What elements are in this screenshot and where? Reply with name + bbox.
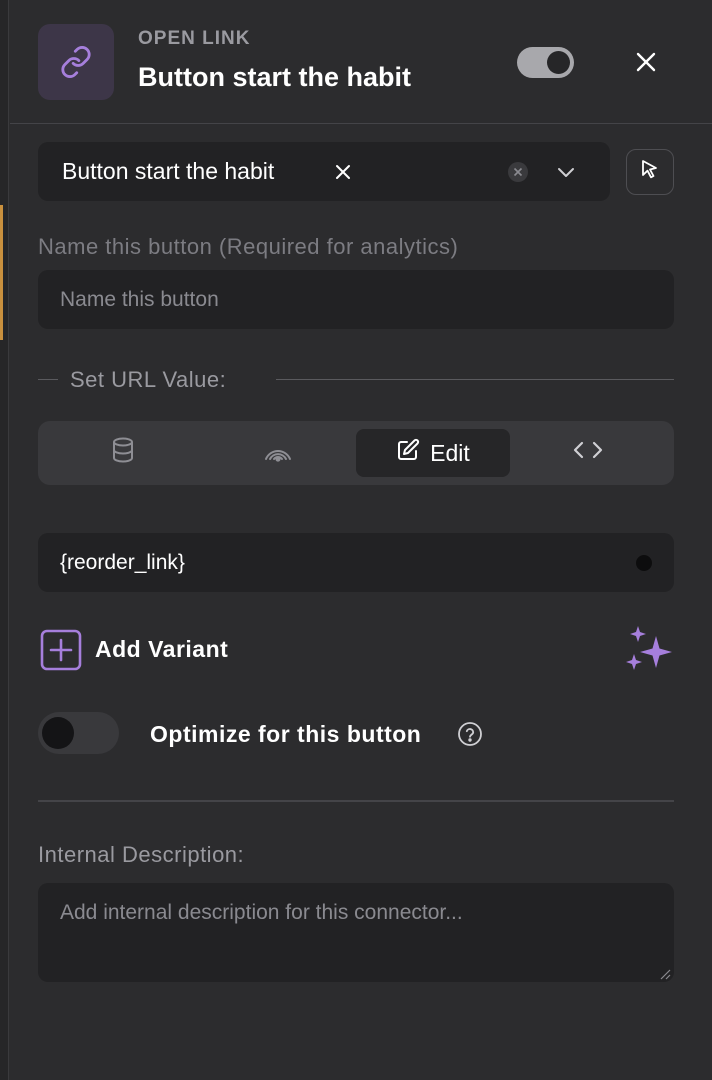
url-section-label: Set URL Value: — [70, 367, 227, 392]
divider — [38, 800, 674, 802]
left-sidebar-strip — [0, 0, 9, 1080]
link-icon — [38, 24, 114, 100]
enable-toggle[interactable] — [517, 47, 574, 78]
header-kicker: OPEN LINK — [138, 28, 251, 49]
url-value-field[interactable]: {reorder_link} — [38, 533, 674, 592]
button-name-input[interactable] — [38, 270, 674, 329]
internal-description-input[interactable] — [38, 883, 674, 982]
remove-chip-icon[interactable] — [334, 163, 352, 181]
status-dot-icon — [636, 555, 652, 571]
plus-square-icon[interactable] — [40, 629, 82, 671]
cursor-pointer-icon — [638, 158, 662, 187]
url-value: {reorder_link} — [60, 551, 185, 574]
tab-edit-label: Edit — [430, 439, 470, 466]
edit-icon — [396, 438, 420, 468]
element-selector[interactable]: Button start the habit — [38, 142, 610, 201]
link-settings-panel: OPEN LINK Button start the habit Button … — [10, 0, 712, 1080]
pick-element-button[interactable] — [626, 149, 674, 195]
selected-element-label: Button start the habit — [62, 158, 275, 184]
help-circle-icon[interactable] — [457, 721, 483, 747]
add-variant-button[interactable]: Add Variant — [95, 636, 228, 663]
divider — [276, 379, 674, 380]
sparkle-icon[interactable] — [624, 624, 676, 676]
divider — [38, 379, 58, 380]
database-icon — [111, 437, 135, 469]
optimize-toggle[interactable] — [38, 712, 119, 754]
tab-code[interactable] — [511, 429, 665, 477]
tab-edit[interactable]: Edit — [356, 429, 510, 477]
toggle-knob — [42, 717, 74, 749]
tab-broadcast[interactable] — [201, 429, 355, 477]
resize-handle-icon[interactable] — [659, 967, 671, 980]
tab-database[interactable] — [46, 429, 200, 477]
panel-header: OPEN LINK Button start the habit — [10, 0, 712, 124]
toggle-knob — [547, 51, 570, 74]
url-mode-tabs: Edit — [38, 421, 674, 485]
chevron-down-icon[interactable] — [556, 162, 576, 182]
name-field-label: Name this button (Required for analytics… — [38, 234, 459, 259]
close-icon[interactable] — [630, 46, 662, 78]
page-title: Button start the habit — [138, 62, 411, 92]
clear-icon[interactable] — [508, 162, 528, 182]
code-icon — [572, 439, 604, 467]
sidebar-active-indicator — [0, 205, 3, 340]
optimize-label: Optimize for this button — [150, 721, 422, 747]
broadcast-icon — [262, 437, 294, 469]
description-label: Internal Description: — [38, 842, 245, 867]
